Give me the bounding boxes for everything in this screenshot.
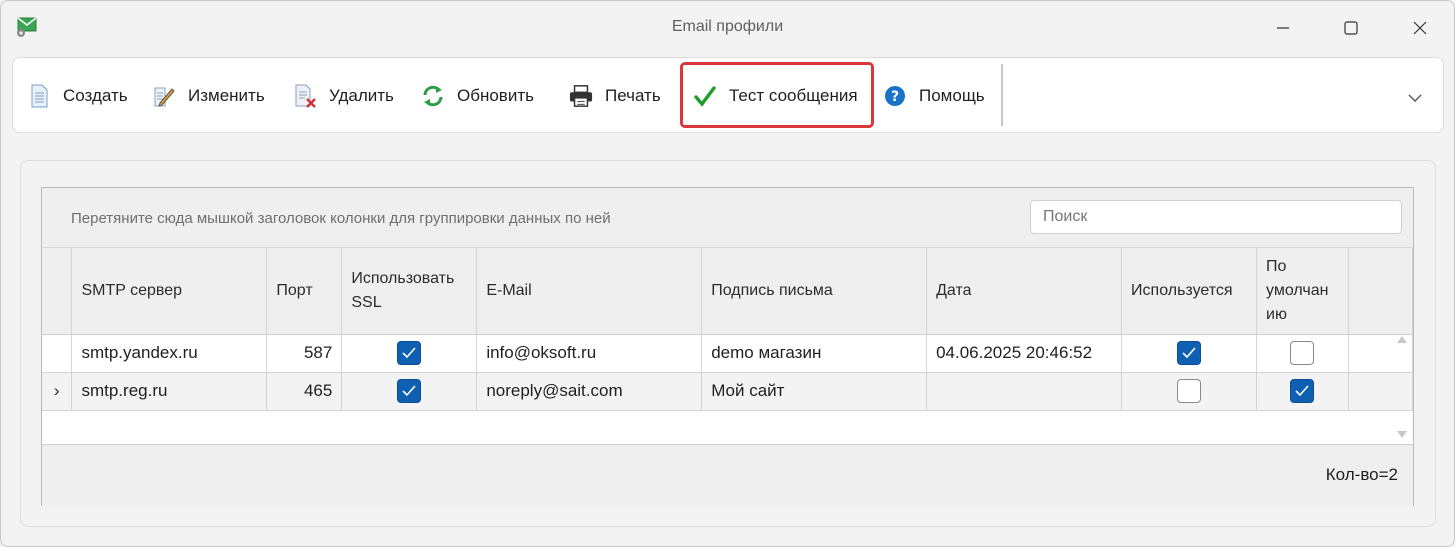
group-by-panel[interactable]: Перетяните сюда мышкой заголовок колонки…: [42, 188, 1413, 248]
profiles-table: SMTP сервер Порт Использовать SSL E-Mail…: [42, 248, 1414, 411]
toolbar-separator: [1001, 64, 1003, 126]
window-title: Email профили: [671, 18, 784, 35]
close-icon: [1413, 21, 1427, 35]
default-checkbox[interactable]: [1290, 379, 1315, 403]
test-message-button[interactable]: Тест сообщения: [693, 72, 858, 120]
check-icon: [1295, 385, 1310, 397]
column-header-default-line2: умолчан: [1266, 281, 1329, 299]
column-header-default[interactable]: По умолчан ию: [1256, 248, 1349, 335]
cell-ssl[interactable]: [341, 334, 478, 373]
check-icon: [402, 347, 416, 359]
edit-button[interactable]: Изменить: [152, 72, 265, 120]
column-header-date[interactable]: Дата: [926, 248, 1123, 335]
used-checkbox[interactable]: [1177, 379, 1202, 403]
default-checkbox[interactable]: [1290, 341, 1315, 365]
cell-used[interactable]: [1121, 334, 1257, 373]
cell-signature[interactable]: Мой сайт: [701, 372, 928, 411]
vertical-scrollbar[interactable]: [1390, 334, 1414, 444]
refresh-icon: [421, 84, 445, 108]
create-button[interactable]: Создать: [27, 72, 128, 120]
cell-email[interactable]: info@oksoft.ru: [476, 334, 703, 373]
close-button[interactable]: [1405, 13, 1435, 43]
printer-icon: [569, 84, 593, 108]
print-button[interactable]: Печать: [569, 72, 661, 120]
cell-signature[interactable]: demo магазин: [701, 334, 928, 373]
column-header-smtp[interactable]: SMTP сервер: [71, 248, 268, 335]
row-indicator: [42, 334, 73, 373]
column-header-default-line3: ию: [1266, 305, 1287, 323]
create-label: Создать: [63, 86, 128, 105]
refresh-label: Обновить: [457, 86, 534, 105]
maximize-button[interactable]: [1336, 13, 1366, 43]
checkmark-icon: [693, 84, 717, 108]
main-window: Email профили Создать Изменить Удалить О…: [0, 0, 1455, 547]
delete-document-icon: [293, 84, 317, 108]
column-header-used[interactable]: Используется: [1121, 248, 1257, 335]
current-row-indicator: ›: [53, 381, 60, 400]
cell-ssl[interactable]: [341, 372, 478, 411]
help-icon: ?: [883, 84, 907, 108]
minimize-icon: [1277, 27, 1289, 29]
chevron-down-icon: [1408, 94, 1422, 102]
column-header-signature[interactable]: Подпись письма: [701, 248, 928, 335]
refresh-button[interactable]: Обновить: [421, 72, 534, 120]
group-by-hint: Перетяните сюда мышкой заголовок колонки…: [71, 210, 611, 227]
cell-smtp[interactable]: smtp.reg.ru: [71, 372, 268, 411]
column-header-ssl-line2: SSL: [351, 293, 382, 311]
check-icon: [402, 385, 416, 397]
scroll-up-icon[interactable]: [1397, 336, 1407, 343]
print-label: Печать: [605, 86, 661, 105]
new-document-icon: [27, 84, 51, 108]
ssl-checkbox[interactable]: [397, 379, 422, 403]
edit-label: Изменить: [188, 86, 265, 105]
cell-default[interactable]: [1256, 372, 1349, 411]
column-header-default-line1: По: [1266, 257, 1287, 275]
ssl-checkbox[interactable]: [397, 341, 422, 365]
title-bar[interactable]: Email профили: [1, 1, 1454, 55]
column-header-ssl[interactable]: Использовать SSL: [341, 248, 478, 335]
cell-port[interactable]: 465: [266, 372, 343, 411]
check-icon: [1182, 347, 1196, 359]
minimize-button[interactable]: [1268, 13, 1298, 43]
delete-button[interactable]: Удалить: [293, 72, 394, 120]
cell-smtp[interactable]: smtp.yandex.ru: [71, 334, 268, 373]
scroll-down-icon[interactable]: [1397, 431, 1407, 438]
delete-label: Удалить: [329, 86, 394, 105]
table-row[interactable]: smtp.yandex.ru 587 info@oksoft.ru demo м…: [42, 334, 1414, 373]
row-indicator-header: [42, 248, 73, 335]
column-header-ssl-line1: Использовать: [351, 269, 455, 287]
toolbar-more-button[interactable]: [1403, 86, 1427, 110]
test-message-label: Тест сообщения: [729, 86, 858, 105]
column-header-port[interactable]: Порт: [266, 248, 343, 335]
profiles-grid: Перетяните сюда мышкой заголовок колонки…: [41, 187, 1414, 506]
cell-default[interactable]: [1256, 334, 1349, 373]
used-checkbox[interactable]: [1177, 341, 1202, 365]
column-header-filler: [1348, 248, 1414, 335]
column-header-email[interactable]: E-Mail: [476, 248, 703, 335]
table-row[interactable]: › smtp.reg.ru 465 noreply@sait.com Мой с…: [42, 372, 1414, 411]
grid-footer: Кол-во=2: [42, 444, 1413, 506]
toolbar: Создать Изменить Удалить Обновить Печать: [12, 57, 1444, 133]
maximize-icon: [1344, 21, 1358, 35]
cell-email[interactable]: noreply@sait.com: [476, 372, 703, 411]
cell-port[interactable]: 587: [266, 334, 343, 373]
help-label: Помощь: [919, 86, 985, 105]
row-indicator: ›: [42, 372, 73, 411]
cell-date[interactable]: [926, 372, 1123, 411]
search-input[interactable]: [1030, 200, 1402, 234]
svg-text:?: ?: [891, 89, 899, 105]
row-count: Кол-во=2: [1325, 465, 1398, 484]
cell-date[interactable]: 04.06.2025 20:46:52: [926, 334, 1123, 373]
edit-document-icon: [152, 84, 176, 108]
cell-used[interactable]: [1121, 372, 1257, 411]
help-button[interactable]: ? Помощь: [883, 72, 985, 120]
